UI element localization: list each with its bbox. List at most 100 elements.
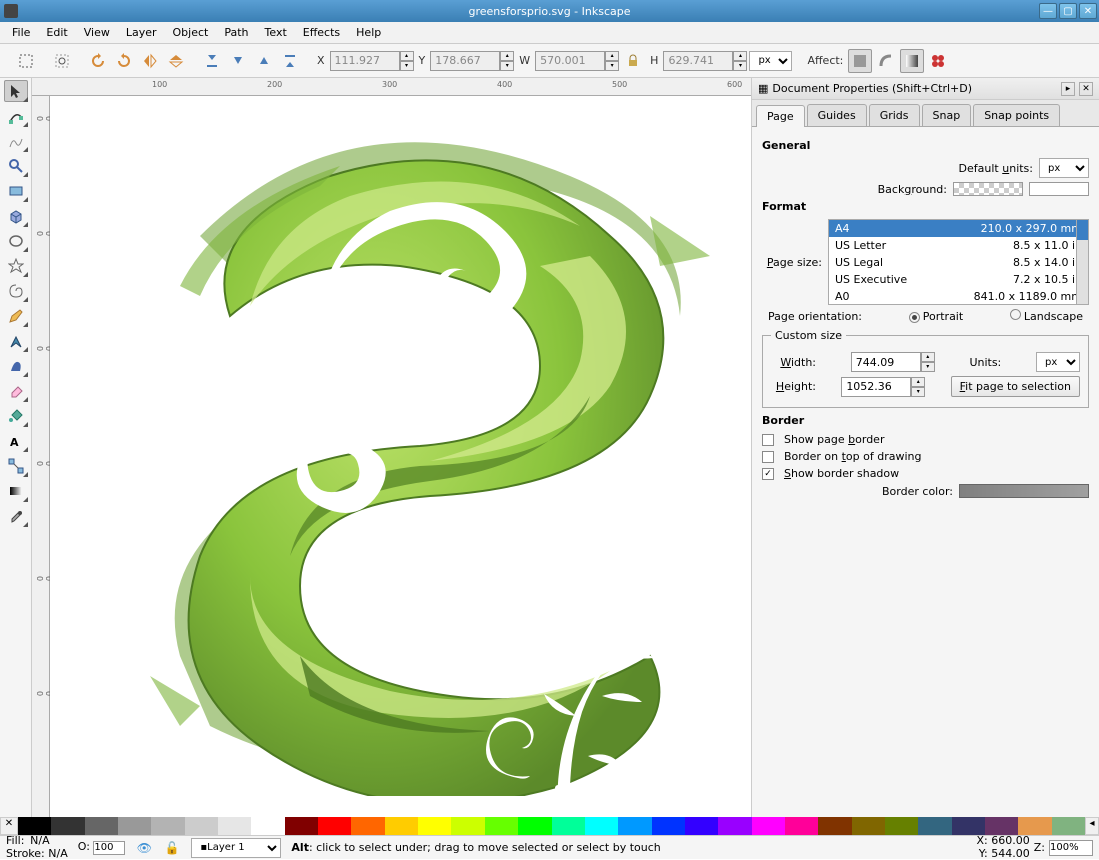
- lock-aspect-icon[interactable]: [621, 49, 645, 73]
- palette-swatch[interactable]: [652, 817, 685, 835]
- palette-swatch[interactable]: [818, 817, 851, 835]
- affect-gradient-icon[interactable]: [900, 49, 924, 73]
- palette-swatch[interactable]: [485, 817, 518, 835]
- palette-swatch[interactable]: [85, 817, 118, 835]
- palette-swatch[interactable]: [118, 817, 151, 835]
- tab-snap-points[interactable]: Snap points: [973, 104, 1060, 126]
- palette-swatch[interactable]: [285, 817, 318, 835]
- palette-swatch[interactable]: [385, 817, 418, 835]
- tool-gradient[interactable]: [4, 480, 28, 502]
- checkbox-show-shadow[interactable]: ✓: [762, 468, 774, 480]
- x-input[interactable]: [330, 51, 400, 71]
- affect-pattern-icon[interactable]: [926, 49, 950, 73]
- palette-swatch[interactable]: [852, 817, 885, 835]
- palette-swatch[interactable]: [151, 817, 184, 835]
- tool-pencil[interactable]: [4, 305, 28, 327]
- tool-bucket[interactable]: [4, 405, 28, 427]
- h-input[interactable]: [663, 51, 733, 71]
- palette-swatch[interactable]: [785, 817, 818, 835]
- layer-select[interactable]: ▪Layer 1: [191, 838, 281, 858]
- menu-effects[interactable]: Effects: [295, 23, 348, 42]
- background-color-swatch-2[interactable]: [1029, 182, 1089, 196]
- palette-swatch[interactable]: [752, 817, 785, 835]
- deselect-icon[interactable]: [50, 49, 74, 73]
- tool-ellipse[interactable]: [4, 230, 28, 252]
- w-input[interactable]: [535, 51, 605, 71]
- palette-swatch[interactable]: [351, 817, 384, 835]
- palette-swatch[interactable]: [552, 817, 585, 835]
- radio-portrait[interactable]: [909, 312, 920, 323]
- palette-swatch[interactable]: [1052, 817, 1085, 835]
- rotate-cw-icon[interactable]: [112, 49, 136, 73]
- radio-landscape[interactable]: [1010, 309, 1021, 320]
- palette-swatch[interactable]: [185, 817, 218, 835]
- raise-top-icon[interactable]: [278, 49, 302, 73]
- ruler-vertical[interactable]: 800 700 600 500 400 300: [32, 96, 50, 817]
- menu-edit[interactable]: Edit: [38, 23, 75, 42]
- border-color-swatch[interactable]: [959, 484, 1089, 498]
- tool-spiral[interactable]: [4, 280, 28, 302]
- tab-grids[interactable]: Grids: [869, 104, 920, 126]
- menu-path[interactable]: Path: [216, 23, 256, 42]
- flip-h-icon[interactable]: [138, 49, 162, 73]
- tool-tweak[interactable]: [4, 130, 28, 152]
- palette-swatch[interactable]: [218, 817, 251, 835]
- palette-swatch[interactable]: [18, 817, 51, 835]
- palette-swatch[interactable]: [952, 817, 985, 835]
- ruler-horizontal[interactable]: 100 200 300 400 500 600: [32, 78, 751, 96]
- page-size-list[interactable]: A4210.0 x 297.0 mm US Letter8.5 x 11.0 i…: [828, 219, 1089, 305]
- palette-scroll-left[interactable]: ◂: [1085, 817, 1099, 835]
- dock-close-icon[interactable]: ✕: [1079, 82, 1093, 96]
- y-input[interactable]: [430, 51, 500, 71]
- tool-rect[interactable]: [4, 180, 28, 202]
- palette-swatch[interactable]: [585, 817, 618, 835]
- palette-swatch[interactable]: [518, 817, 551, 835]
- palette-swatch[interactable]: [985, 817, 1018, 835]
- tool-selector[interactable]: [4, 80, 28, 102]
- menu-file[interactable]: File: [4, 23, 38, 42]
- tool-dropper[interactable]: [4, 505, 28, 527]
- tab-snap[interactable]: Snap: [922, 104, 972, 126]
- tab-guides[interactable]: Guides: [807, 104, 867, 126]
- flip-v-icon[interactable]: [164, 49, 188, 73]
- palette-swatch[interactable]: [1018, 817, 1051, 835]
- raise-icon[interactable]: [252, 49, 276, 73]
- background-color-swatch[interactable]: [953, 182, 1023, 196]
- height-input[interactable]: [841, 377, 911, 397]
- tool-zoom[interactable]: [4, 155, 28, 177]
- palette-swatch[interactable]: [685, 817, 718, 835]
- palette-swatch[interactable]: [918, 817, 951, 835]
- visibility-icon[interactable]: 👁: [135, 839, 153, 857]
- palette-swatch[interactable]: [418, 817, 451, 835]
- lower-icon[interactable]: [226, 49, 250, 73]
- default-units-select[interactable]: px: [1039, 158, 1089, 178]
- menu-view[interactable]: View: [76, 23, 118, 42]
- list-scrollbar[interactable]: [1076, 220, 1088, 304]
- palette-swatch[interactable]: [618, 817, 651, 835]
- palette-swatch[interactable]: [51, 817, 84, 835]
- menu-object[interactable]: Object: [165, 23, 217, 42]
- width-input[interactable]: [851, 352, 921, 372]
- menu-help[interactable]: Help: [348, 23, 389, 42]
- unit-select[interactable]: px: [749, 51, 792, 71]
- palette-swatch[interactable]: [251, 817, 284, 835]
- minimize-button[interactable]: —: [1039, 3, 1057, 19]
- zoom-input[interactable]: [1049, 840, 1093, 856]
- canvas[interactable]: [50, 96, 751, 817]
- rotate-ccw-icon[interactable]: [86, 49, 110, 73]
- select-all-layers-icon[interactable]: [14, 49, 38, 73]
- maximize-button[interactable]: ▢: [1059, 3, 1077, 19]
- palette-swatch[interactable]: [318, 817, 351, 835]
- checkbox-border-top[interactable]: [762, 451, 774, 463]
- tool-star[interactable]: [4, 255, 28, 277]
- tool-connector[interactable]: [4, 455, 28, 477]
- tab-page[interactable]: Page: [756, 105, 805, 127]
- tool-text[interactable]: A: [4, 430, 28, 452]
- tool-eraser[interactable]: [4, 380, 28, 402]
- fit-page-button[interactable]: Fit page to selection: [951, 376, 1080, 397]
- palette-swatch[interactable]: [885, 817, 918, 835]
- menu-text[interactable]: Text: [257, 23, 295, 42]
- dock-detach-icon[interactable]: ▸: [1061, 82, 1075, 96]
- palette-swatch[interactable]: [451, 817, 484, 835]
- palette-none[interactable]: ✕: [0, 817, 18, 835]
